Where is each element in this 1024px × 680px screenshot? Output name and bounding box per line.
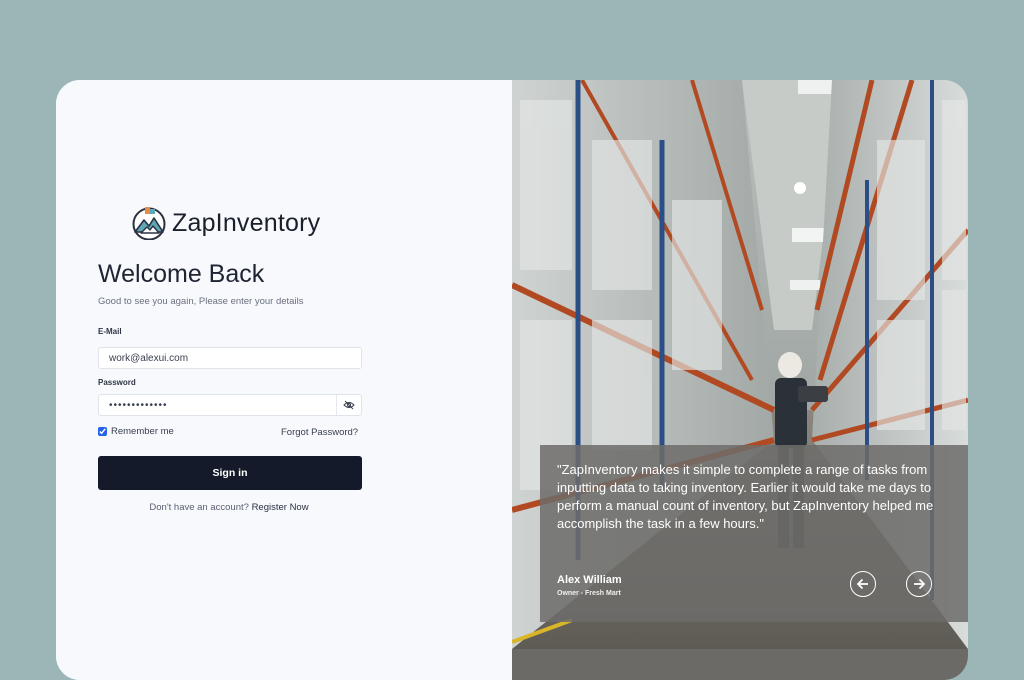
prev-testimonial-button[interactable] — [850, 571, 876, 597]
register-prompt: Don't have an account? Register Now — [56, 502, 402, 513]
remember-label: Remember me — [111, 426, 174, 437]
login-card: ZapInventory Welcome Back Good to see yo… — [56, 80, 968, 680]
remember-checkbox[interactable] — [98, 427, 107, 436]
login-panel: ZapInventory Welcome Back Good to see yo… — [56, 80, 512, 680]
arrow-right-icon — [914, 578, 926, 590]
password-label: Password — [98, 378, 136, 387]
register-link[interactable]: Register Now — [252, 502, 309, 513]
testimonial-author: Alex William — [557, 574, 622, 586]
password-wrapper — [98, 394, 362, 416]
testimonial-box: "ZapInventory makes it simple to complet… — [540, 445, 968, 622]
email-label: E-Mail — [98, 327, 122, 336]
brand-logo: ZapInventory — [132, 206, 320, 240]
testimonial-role: Owner - Fresh Mart — [557, 590, 621, 597]
arrow-left-icon — [856, 578, 868, 590]
testimonial-quote: "ZapInventory makes it simple to complet… — [557, 462, 934, 531]
sign-in-button[interactable]: Sign in — [98, 456, 362, 490]
no-account-text: Don't have an account? — [149, 502, 249, 513]
next-testimonial-button[interactable] — [906, 571, 932, 597]
email-field[interactable] — [98, 347, 362, 369]
eye-off-icon[interactable] — [336, 395, 361, 415]
password-field[interactable] — [98, 394, 362, 416]
mountain-logo-icon — [132, 207, 166, 240]
forgot-password-link[interactable]: Forgot Password? — [281, 427, 358, 438]
page-subtitle: Good to see you again, Please enter your… — [98, 296, 304, 307]
remember-me: Remember me — [98, 426, 174, 437]
brand-name: ZapInventory — [172, 208, 321, 237]
testimonial-panel: "ZapInventory makes it simple to complet… — [512, 80, 968, 680]
page-title: Welcome Back — [98, 260, 265, 288]
